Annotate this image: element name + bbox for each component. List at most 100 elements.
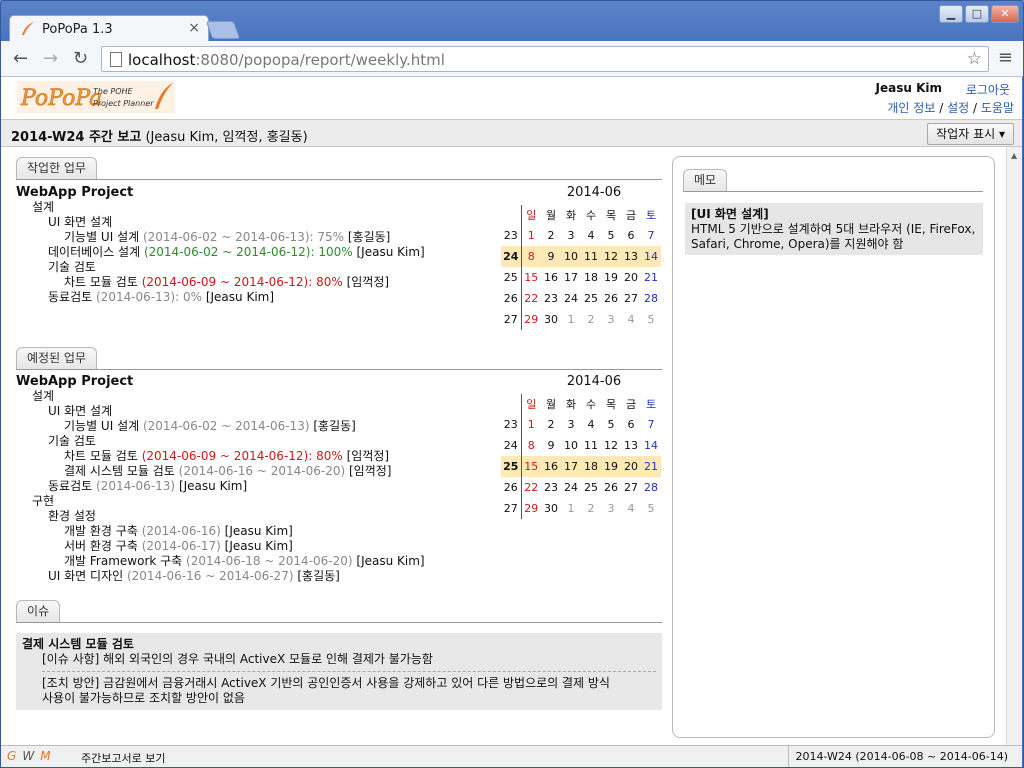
calendar-day[interactable]: 12 [601, 435, 621, 456]
calendar-day[interactable]: 5 [601, 414, 621, 435]
popopa-logo[interactable]: PoPoPa The POHE Project Planner [17, 81, 175, 113]
minimize-icon[interactable]: ▁ [939, 5, 963, 23]
calendar-day[interactable]: 19 [601, 267, 621, 288]
calendar-day[interactable]: 17 [561, 267, 581, 288]
calendar-day[interactable]: 28 [641, 288, 661, 309]
calendar-day[interactable]: 26 [601, 477, 621, 498]
new-tab-button[interactable] [205, 21, 241, 39]
back-arrow-icon[interactable]: ← [13, 49, 28, 69]
settings-link[interactable]: 설정 [947, 101, 969, 115]
calendar-day[interactable]: 22 [521, 288, 541, 309]
calendar-day[interactable]: 7 [641, 225, 661, 246]
tab-done-tasks[interactable]: 작업한 업무 [16, 157, 98, 179]
calendar-day[interactable]: 20 [621, 267, 641, 288]
calendar-day[interactable]: 4 [581, 225, 601, 246]
week-number[interactable]: 25 [501, 456, 522, 477]
calendar-day[interactable]: 1 [561, 309, 581, 330]
calendar-day[interactable]: 3 [601, 309, 621, 330]
calendar-day[interactable]: 9 [541, 246, 561, 267]
tab-issues[interactable]: 이슈 [16, 600, 61, 622]
calendar-day[interactable]: 24 [561, 288, 581, 309]
calendar-day[interactable]: 25 [581, 477, 601, 498]
calendar-day[interactable]: 18 [581, 456, 601, 477]
profile-link[interactable]: 개인 정보 [887, 101, 935, 115]
calendar-day[interactable]: 21 [641, 267, 661, 288]
calendar-day[interactable]: 1 [521, 414, 541, 435]
calendar-day[interactable]: 11 [581, 246, 601, 267]
calendar-day[interactable]: 3 [601, 498, 621, 519]
calendar-day[interactable]: 18 [581, 267, 601, 288]
tab-memo[interactable]: 메모 [683, 169, 728, 191]
reload-icon[interactable]: ↻ [73, 49, 88, 69]
calendar-day[interactable]: 8 [521, 246, 541, 267]
calendar-day[interactable]: 15 [521, 456, 541, 477]
calendar-day[interactable]: 23 [541, 288, 561, 309]
logout-link[interactable]: 로그아웃 [966, 81, 1010, 98]
calendar-day[interactable]: 11 [581, 435, 601, 456]
calendar-day[interactable]: 29 [521, 309, 541, 330]
tab-planned-tasks[interactable]: 예정된 업무 [16, 347, 98, 369]
view-m-button[interactable]: M [40, 749, 50, 763]
calendar-day[interactable]: 25 [581, 288, 601, 309]
week-number[interactable]: 26 [501, 288, 522, 309]
calendar-day[interactable]: 5 [601, 225, 621, 246]
week-number[interactable]: 27 [501, 309, 522, 330]
view-g-button[interactable]: G [7, 749, 16, 763]
week-number[interactable]: 27 [501, 498, 522, 519]
show-writer-button[interactable]: 작업자 표시 ▾ [927, 123, 1014, 145]
calendar-day[interactable]: 3 [561, 225, 581, 246]
calendar-day[interactable]: 5 [641, 498, 661, 519]
calendar-day[interactable]: 6 [621, 225, 641, 246]
week-number[interactable]: 26 [501, 477, 522, 498]
calendar-day[interactable]: 26 [601, 288, 621, 309]
view-w-button[interactable]: W [22, 749, 34, 763]
calendar-day[interactable]: 21 [641, 456, 661, 477]
calendar-day[interactable]: 20 [621, 456, 641, 477]
forward-arrow-icon[interactable]: → [43, 49, 58, 69]
calendar-day[interactable]: 30 [541, 498, 561, 519]
calendar-day[interactable]: 4 [621, 498, 641, 519]
help-link[interactable]: 도움말 [981, 101, 1014, 115]
maximize-icon[interactable]: □ [965, 5, 989, 23]
browser-tab[interactable]: PoPoPa 1.3 × [9, 15, 209, 42]
calendar-day[interactable]: 14 [641, 435, 661, 456]
calendar-day[interactable]: 14 [641, 246, 661, 267]
calendar-day[interactable]: 13 [621, 435, 641, 456]
calendar-day[interactable]: 2 [541, 225, 561, 246]
calendar-day[interactable]: 27 [621, 477, 641, 498]
calendar-day[interactable]: 6 [621, 414, 641, 435]
week-number[interactable]: 23 [501, 225, 522, 246]
calendar-day[interactable]: 16 [541, 267, 561, 288]
calendar-day[interactable]: 7 [641, 414, 661, 435]
calendar-day[interactable]: 10 [561, 246, 581, 267]
scroll-up-icon[interactable]: ▲ [1011, 151, 1017, 160]
bookmark-star-icon[interactable]: ☆ [967, 49, 982, 69]
calendar-day[interactable]: 17 [561, 456, 581, 477]
vertical-scrollbar[interactable]: ▲ [1006, 147, 1022, 745]
calendar-day[interactable]: 1 [521, 225, 541, 246]
calendar-day[interactable]: 2 [541, 414, 561, 435]
calendar-day[interactable]: 8 [521, 435, 541, 456]
hamburger-menu-icon[interactable]: ≡ [998, 49, 1013, 67]
calendar-day[interactable]: 30 [541, 309, 561, 330]
calendar-day[interactable]: 29 [521, 498, 541, 519]
week-number[interactable]: 23 [501, 414, 522, 435]
calendar-day[interactable]: 9 [541, 435, 561, 456]
calendar-day[interactable]: 22 [521, 477, 541, 498]
calendar-day[interactable]: 5 [641, 309, 661, 330]
calendar-day[interactable]: 2 [581, 309, 601, 330]
week-number[interactable]: 24 [501, 246, 522, 267]
calendar-day[interactable]: 4 [581, 414, 601, 435]
calendar-day[interactable]: 15 [521, 267, 541, 288]
calendar-day[interactable]: 23 [541, 477, 561, 498]
calendar-day[interactable]: 10 [561, 435, 581, 456]
calendar-day[interactable]: 1 [561, 498, 581, 519]
calendar-day[interactable]: 13 [621, 246, 641, 267]
calendar-day[interactable]: 24 [561, 477, 581, 498]
window-close-icon[interactable]: ✕ [991, 5, 1019, 23]
address-bar[interactable]: localhost:8080/popopa/report/weekly.html… [101, 46, 989, 72]
tab-close-icon[interactable]: × [188, 20, 200, 36]
calendar-day[interactable]: 28 [641, 477, 661, 498]
calendar-day[interactable]: 4 [621, 309, 641, 330]
week-number[interactable]: 25 [501, 267, 522, 288]
